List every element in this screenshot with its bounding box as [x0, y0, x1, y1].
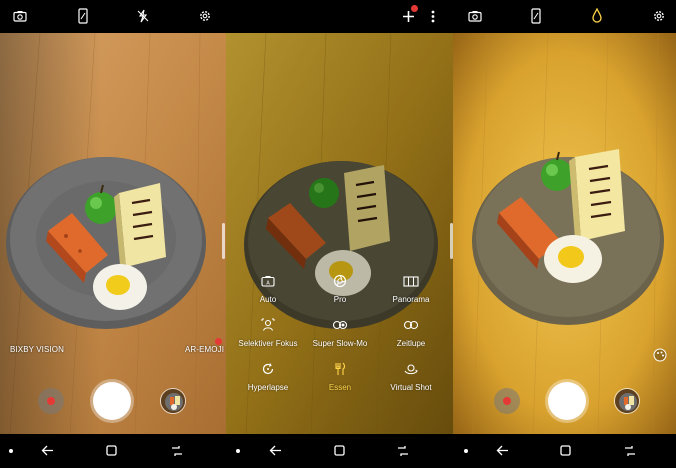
mode-pro[interactable]: Pro: [300, 295, 380, 304]
mode-auto[interactable]: Auto: [228, 295, 308, 304]
camera-screen-mode-selector: A Auto Pro Panorama Selektiver Fokus Sup…: [226, 0, 453, 468]
recents-icon[interactable]: [171, 445, 183, 457]
viewfinder[interactable]: [453, 33, 676, 434]
super-slowmo-icon[interactable]: [300, 318, 380, 332]
phone-ratio-icon[interactable]: [78, 8, 88, 24]
ar-emoji-new-badge: [215, 338, 222, 345]
auto-camera-icon[interactable]: A: [228, 274, 308, 288]
back-arrow-icon[interactable]: [496, 445, 509, 456]
virtual-shot-icon[interactable]: [371, 362, 451, 376]
mode-essen[interactable]: Essen: [300, 383, 380, 392]
home-square-icon[interactable]: [106, 445, 117, 456]
mode-selective-focus[interactable]: Selektiver Fokus: [228, 339, 308, 348]
bixby-vision-button[interactable]: BIXBY VISION: [10, 345, 64, 354]
mode-super-slow-mo[interactable]: Super Slow-Mo: [300, 339, 380, 348]
system-nav-bar: [453, 434, 676, 468]
mode-zeitlupe[interactable]: Zeitlupe: [371, 339, 451, 348]
back-arrow-icon[interactable]: [269, 445, 282, 456]
home-square-icon[interactable]: [560, 445, 571, 456]
pro-aperture-icon[interactable]: [300, 274, 380, 288]
camera-top-bar: [453, 0, 676, 33]
viewfinder-dimmed[interactable]: A Auto Pro Panorama Selektiver Fokus Sup…: [226, 33, 453, 434]
dot-icon: [464, 449, 468, 453]
panorama-icon[interactable]: [371, 274, 451, 288]
record-video-button[interactable]: [38, 388, 64, 414]
gallery-thumbnail[interactable]: [160, 388, 186, 414]
record-video-button[interactable]: [494, 388, 520, 414]
switch-camera-icon[interactable]: [13, 10, 27, 22]
shutter-button[interactable]: [93, 382, 131, 420]
add-mode-new-badge: [411, 5, 418, 12]
back-arrow-icon[interactable]: [41, 445, 54, 456]
ar-emoji-button[interactable]: AR-EMOJI: [185, 345, 224, 354]
phone-ratio-icon[interactable]: [531, 8, 541, 24]
side-panel-handle[interactable]: [222, 223, 225, 259]
viewfinder[interactable]: BIXBY VISION AR-EMOJI: [0, 33, 226, 434]
switch-camera-icon[interactable]: [468, 10, 482, 22]
system-nav-bar: [0, 434, 226, 468]
dot-icon: [236, 449, 240, 453]
camera-top-bar: [0, 0, 226, 33]
recents-icon[interactable]: [624, 445, 636, 457]
water-drop-icon[interactable]: [592, 8, 602, 23]
selective-focus-icon[interactable]: [228, 318, 308, 332]
mode-hyperlapse[interactable]: Hyperlapse: [228, 383, 308, 392]
camera-screen-standard: BIXBY VISION AR-EMOJI: [0, 0, 226, 468]
slow-motion-icon[interactable]: [371, 318, 451, 332]
dot-icon: [9, 449, 13, 453]
hyperlapse-icon[interactable]: [228, 362, 308, 376]
more-options-icon[interactable]: [431, 10, 435, 23]
gallery-thumbnail[interactable]: [614, 388, 640, 414]
recents-icon[interactable]: [397, 445, 409, 457]
food-scene: [453, 33, 676, 434]
palette-effects-icon[interactable]: [653, 348, 667, 362]
settings-gear-icon[interactable]: [652, 9, 666, 23]
mode-panorama[interactable]: Panorama: [371, 295, 451, 304]
mode-virtual-shot[interactable]: Virtual Shot: [371, 383, 451, 392]
food-scene: [0, 33, 226, 434]
flash-off-icon[interactable]: [137, 9, 149, 23]
camera-top-bar: [226, 0, 453, 33]
shutter-button[interactable]: [548, 382, 586, 420]
system-nav-bar: [226, 434, 453, 468]
camera-screen-food-mode: [453, 0, 676, 468]
settings-gear-icon[interactable]: [198, 9, 212, 23]
food-icon[interactable]: [300, 362, 380, 376]
home-square-icon[interactable]: [334, 445, 345, 456]
